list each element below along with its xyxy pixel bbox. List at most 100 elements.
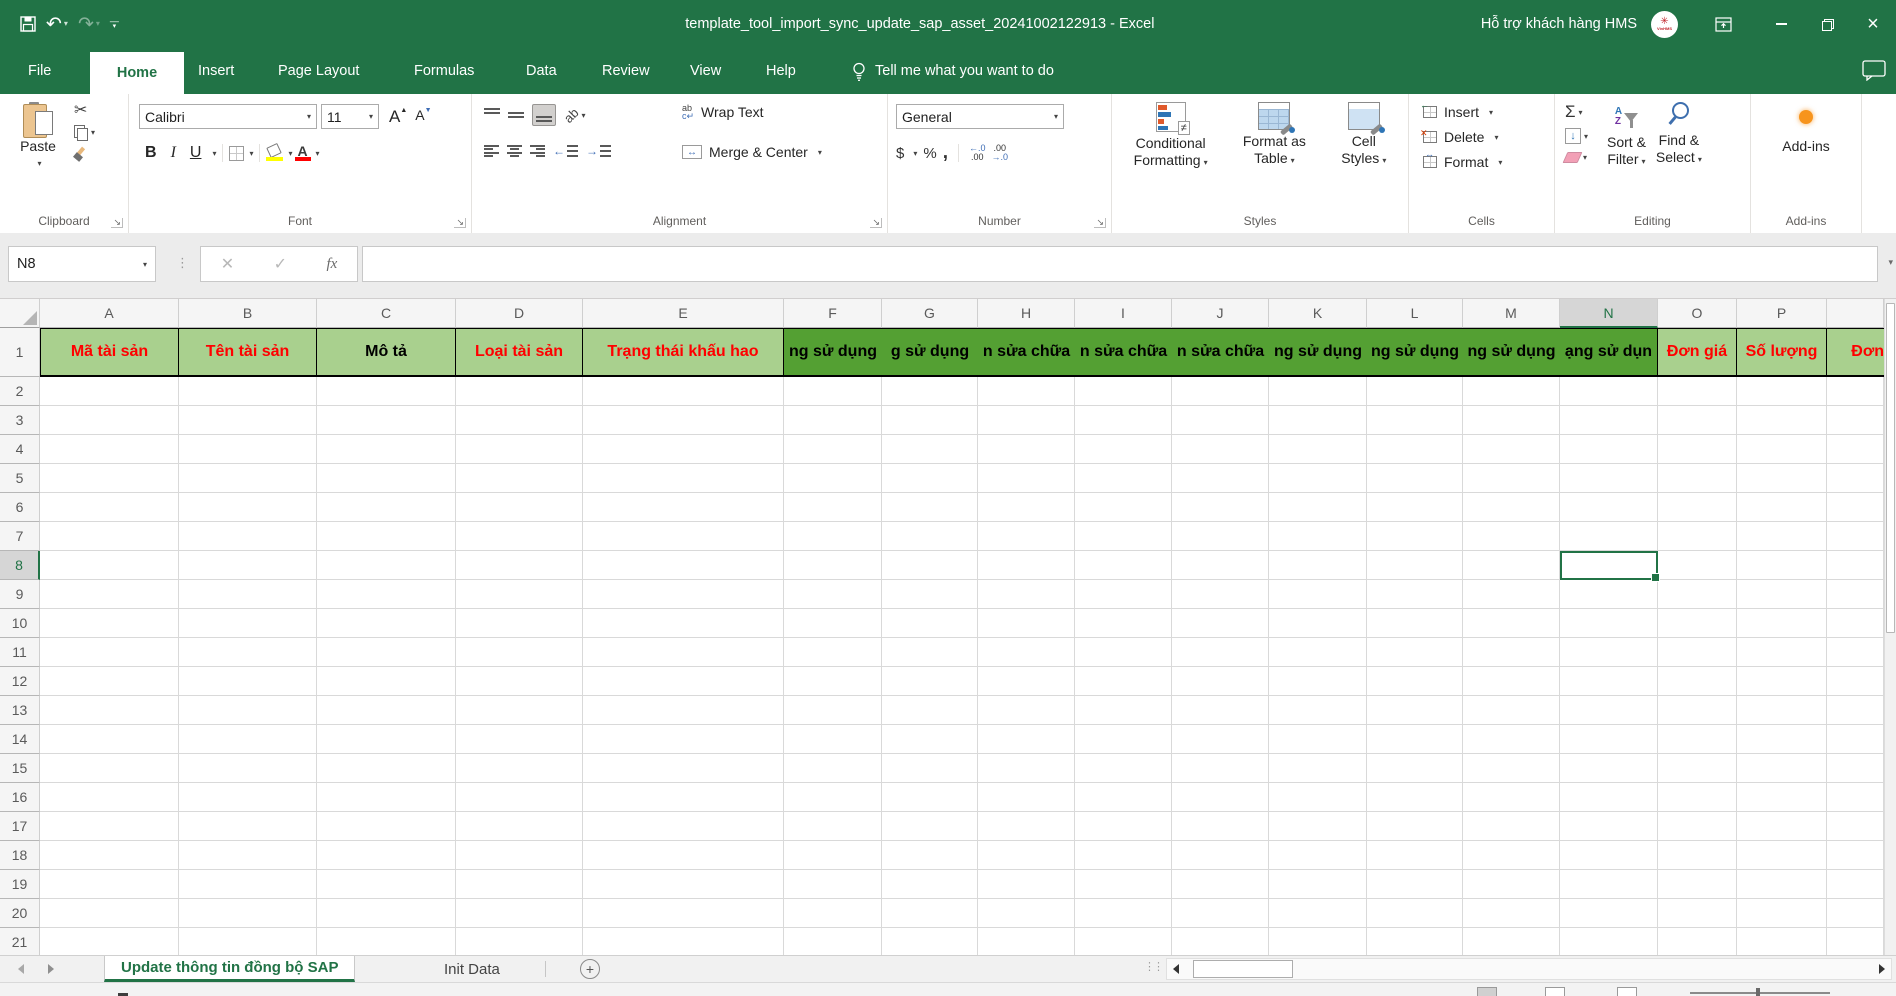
copy-icon[interactable] (74, 125, 88, 140)
cell-E9[interactable] (583, 580, 784, 609)
cell-A14[interactable] (40, 725, 179, 754)
cell-N12[interactable] (1560, 667, 1658, 696)
cell-P4[interactable] (1737, 435, 1827, 464)
cell-J1[interactable]: n sửa chữa (1172, 328, 1269, 377)
cell-O6[interactable] (1658, 493, 1737, 522)
cell-H5[interactable] (978, 464, 1075, 493)
cell-G6[interactable] (882, 493, 978, 522)
cell-G20[interactable] (882, 899, 978, 928)
cell-K8[interactable] (1269, 551, 1367, 580)
cell-I17[interactable] (1075, 812, 1172, 841)
clear-button[interactable]: ▾ (1565, 152, 1588, 163)
sheet-tab-active[interactable]: Update thông tin đồng bộ SAP (104, 956, 355, 982)
increase-decimal-button[interactable]: ←.0.00 (969, 144, 986, 162)
cell-I8[interactable] (1075, 551, 1172, 580)
cell-A11[interactable] (40, 638, 179, 667)
cell-E21[interactable] (583, 928, 784, 955)
cell-O4[interactable] (1658, 435, 1737, 464)
column-header-B[interactable]: B (179, 299, 317, 328)
cell-K6[interactable] (1269, 493, 1367, 522)
cell-P5[interactable] (1737, 464, 1827, 493)
row-header-4[interactable]: 4 (0, 435, 40, 464)
cell-N16[interactable] (1560, 783, 1658, 812)
cell-D11[interactable] (456, 638, 583, 667)
sort-filter-button[interactable]: AZ Sort &Filter▾ (1607, 102, 1646, 170)
cell-P13[interactable] (1737, 696, 1827, 725)
row-header-1[interactable]: 1 (0, 328, 40, 377)
cell-B16[interactable] (179, 783, 317, 812)
cell-O13[interactable] (1658, 696, 1737, 725)
cell-N7[interactable] (1560, 522, 1658, 551)
cell-H1[interactable]: n sửa chữa (978, 328, 1075, 377)
cell-M10[interactable] (1463, 609, 1560, 638)
column-header-I[interactable]: I (1075, 299, 1172, 328)
cell-N9[interactable] (1560, 580, 1658, 609)
enter-icon[interactable]: ✓ (274, 254, 287, 274)
cell-H13[interactable] (978, 696, 1075, 725)
cell-A10[interactable] (40, 609, 179, 638)
cell-D13[interactable] (456, 696, 583, 725)
cell-I6[interactable] (1075, 493, 1172, 522)
cell-I2[interactable] (1075, 377, 1172, 406)
cell-Q3[interactable] (1827, 406, 1884, 435)
cell-H2[interactable] (978, 377, 1075, 406)
cell-C9[interactable] (317, 580, 456, 609)
cell-C18[interactable] (317, 841, 456, 870)
row-header-19[interactable]: 19 (0, 870, 40, 899)
cell-P10[interactable] (1737, 609, 1827, 638)
cell-E13[interactable] (583, 696, 784, 725)
font-color-button[interactable]: A (295, 145, 311, 161)
name-box[interactable]: N8 ▾ (8, 246, 156, 282)
tab-view[interactable]: View (684, 48, 727, 94)
cell-F4[interactable] (784, 435, 882, 464)
cell-L14[interactable] (1367, 725, 1463, 754)
cell-L6[interactable] (1367, 493, 1463, 522)
cell-Q16[interactable] (1827, 783, 1884, 812)
fill-color-button[interactable] (266, 145, 283, 161)
column-header-D[interactable]: D (456, 299, 583, 328)
cell-M4[interactable] (1463, 435, 1560, 464)
cell-J18[interactable] (1172, 841, 1269, 870)
cell-P21[interactable] (1737, 928, 1827, 955)
cell-Q8[interactable] (1827, 551, 1884, 580)
cell-A3[interactable] (40, 406, 179, 435)
cell-G10[interactable] (882, 609, 978, 638)
cell-O3[interactable] (1658, 406, 1737, 435)
cell-A17[interactable] (40, 812, 179, 841)
normal-view-button[interactable] (1477, 987, 1497, 996)
cell-A12[interactable] (40, 667, 179, 696)
cell-N15[interactable] (1560, 754, 1658, 783)
bold-button[interactable]: B (139, 142, 163, 164)
cell-G3[interactable] (882, 406, 978, 435)
cell-O18[interactable] (1658, 841, 1737, 870)
cell-C11[interactable] (317, 638, 456, 667)
cell-L15[interactable] (1367, 754, 1463, 783)
cell-Q5[interactable] (1827, 464, 1884, 493)
row-header-20[interactable]: 20 (0, 899, 40, 928)
cell-P12[interactable] (1737, 667, 1827, 696)
accounting-format-button[interactable]: $ (896, 145, 904, 162)
cell-O7[interactable] (1658, 522, 1737, 551)
new-sheet-button[interactable]: + (580, 959, 600, 979)
cell-G8[interactable] (882, 551, 978, 580)
borders-button[interactable] (229, 146, 244, 161)
cell-E10[interactable] (583, 609, 784, 638)
cell-Q14[interactable] (1827, 725, 1884, 754)
cell-C15[interactable] (317, 754, 456, 783)
row-header-14[interactable]: 14 (0, 725, 40, 754)
font-size-combo[interactable]: 11▾ (321, 104, 379, 129)
cell-A20[interactable] (40, 899, 179, 928)
cell-B19[interactable] (179, 870, 317, 899)
cell-F5[interactable] (784, 464, 882, 493)
cell-I10[interactable] (1075, 609, 1172, 638)
increase-indent-button[interactable]: → (586, 144, 611, 158)
italic-button[interactable]: I (165, 142, 182, 164)
format-cells-button[interactable]: Format▾ (1423, 154, 1502, 170)
wrap-text-button[interactable]: abc↵ Wrap Text (682, 104, 764, 120)
cell-Q21[interactable] (1827, 928, 1884, 955)
cell-F8[interactable] (784, 551, 882, 580)
cell-K20[interactable] (1269, 899, 1367, 928)
cell-K12[interactable] (1269, 667, 1367, 696)
cell-L12[interactable] (1367, 667, 1463, 696)
cell-I13[interactable] (1075, 696, 1172, 725)
